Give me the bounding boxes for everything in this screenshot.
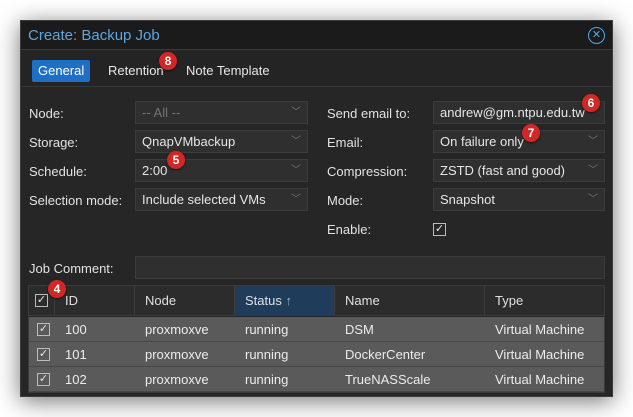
column-node[interactable]: Node — [135, 286, 235, 316]
row-node: proxmoxve — [145, 322, 209, 337]
guest-table: ✓ ID Node Status ↑ Name Type ✓ 100 proxm… — [28, 285, 605, 393]
email-select[interactable]: On failure only ﹀ — [433, 130, 605, 153]
row-name: TrueNASScale — [345, 372, 431, 387]
column-type[interactable]: Type — [485, 286, 606, 316]
chevron-down-icon: ﹀ — [291, 194, 301, 205]
tab-bar: General Retention Note Template — [21, 51, 612, 87]
annotation-badge-4: 4 — [48, 280, 66, 298]
selection-mode-select[interactable]: Include selected VMs ﹀ — [135, 188, 308, 211]
table-header: ✓ ID Node Status ↑ Name Type — [29, 286, 604, 316]
column-status[interactable]: Status ↑ — [235, 286, 335, 316]
storage-label: Storage: — [29, 135, 79, 150]
job-comment-label: Job Comment: — [29, 261, 114, 276]
row-type: Virtual Machine — [495, 322, 585, 337]
annotation-badge-5: 5 — [167, 151, 185, 169]
annotation-badge-6: 6 — [582, 94, 600, 112]
node-select[interactable]: -- All -- ﹀ — [135, 101, 308, 124]
node-value: -- All -- — [142, 105, 181, 120]
backup-job-dialog: Create: Backup Job ✕ General Retention N… — [20, 20, 613, 397]
row-name: DockerCenter — [345, 347, 426, 362]
row-id: 102 — [65, 372, 87, 387]
table-row[interactable]: ✓ 102 proxmoxve running TrueNASScale Vir… — [29, 367, 604, 392]
row-checkbox[interactable]: ✓ — [37, 373, 50, 386]
row-status: running — [245, 347, 289, 362]
mode-label: Mode: — [327, 193, 364, 208]
row-node: proxmoxve — [145, 372, 209, 387]
send-email-label: Send email to: — [327, 106, 411, 121]
mode-value: Snapshot — [440, 192, 495, 207]
chevron-down-icon: ﹀ — [588, 194, 598, 205]
annotation-badge-8: 8 — [159, 52, 177, 70]
enable-checkbox[interactable]: ✓ — [433, 223, 446, 236]
compression-label: Compression: — [327, 164, 408, 179]
schedule-value: 2:00 — [142, 163, 168, 178]
compression-select[interactable]: ZSTD (fast and good) ﹀ — [433, 159, 605, 182]
select-all-checkbox[interactable]: ✓ — [35, 294, 48, 307]
column-status-label: Status — [245, 293, 282, 308]
compression-value: ZSTD (fast and good) — [440, 163, 565, 178]
tab-note-template[interactable]: Note Template — [180, 60, 276, 82]
selection-mode-value: Include selected VMs — [142, 192, 266, 207]
row-checkbox[interactable]: ✓ — [37, 348, 50, 361]
row-type: Virtual Machine — [495, 347, 585, 362]
table-row[interactable]: ✓ 100 proxmoxve running DSM Virtual Mach… — [29, 317, 604, 342]
chevron-down-icon: ﹀ — [291, 136, 301, 147]
schedule-label: Schedule: — [29, 164, 87, 179]
title-bar: Create: Backup Job ✕ — [21, 21, 612, 50]
column-id[interactable]: ID — [55, 286, 135, 316]
job-comment-input[interactable] — [135, 256, 605, 279]
tab-general[interactable]: General — [32, 60, 91, 82]
row-id: 100 — [65, 322, 87, 337]
email-label: Email: — [327, 135, 364, 150]
row-id: 101 — [65, 347, 87, 362]
schedule-select[interactable]: 2:00 ﹀ — [135, 159, 308, 182]
annotation-badge-7: 7 — [522, 124, 540, 142]
mode-select[interactable]: Snapshot ﹀ — [433, 188, 605, 211]
close-icon[interactable]: ✕ — [588, 27, 605, 44]
send-email-value: andrew@gm.ntpu.edu.tw — [440, 105, 585, 120]
row-status: running — [245, 372, 289, 387]
selection-mode-label: Selection mode: — [29, 193, 123, 208]
sort-ascending-icon: ↑ — [285, 293, 292, 308]
chevron-down-icon: ﹀ — [588, 136, 598, 147]
table-row[interactable]: ✓ 101 proxmoxve running DockerCenter Vir… — [29, 342, 604, 367]
row-node: proxmoxve — [145, 347, 209, 362]
storage-value: QnapVMbackup — [142, 134, 236, 149]
row-type: Virtual Machine — [495, 372, 585, 387]
chevron-down-icon: ﹀ — [291, 107, 301, 118]
email-value: On failure only — [440, 134, 524, 149]
send-email-input[interactable]: andrew@gm.ntpu.edu.tw — [433, 101, 605, 124]
storage-select[interactable]: QnapVMbackup ﹀ — [135, 130, 308, 153]
chevron-down-icon: ﹀ — [291, 165, 301, 176]
row-checkbox[interactable]: ✓ — [37, 323, 50, 336]
enable-label: Enable: — [327, 222, 372, 237]
row-name: DSM — [345, 322, 374, 337]
chevron-down-icon: ﹀ — [588, 165, 598, 176]
node-label: Node: — [29, 106, 64, 121]
column-name[interactable]: Name — [335, 286, 485, 316]
row-status: running — [245, 322, 289, 337]
dialog-title: Create: Backup Job — [28, 27, 160, 44]
